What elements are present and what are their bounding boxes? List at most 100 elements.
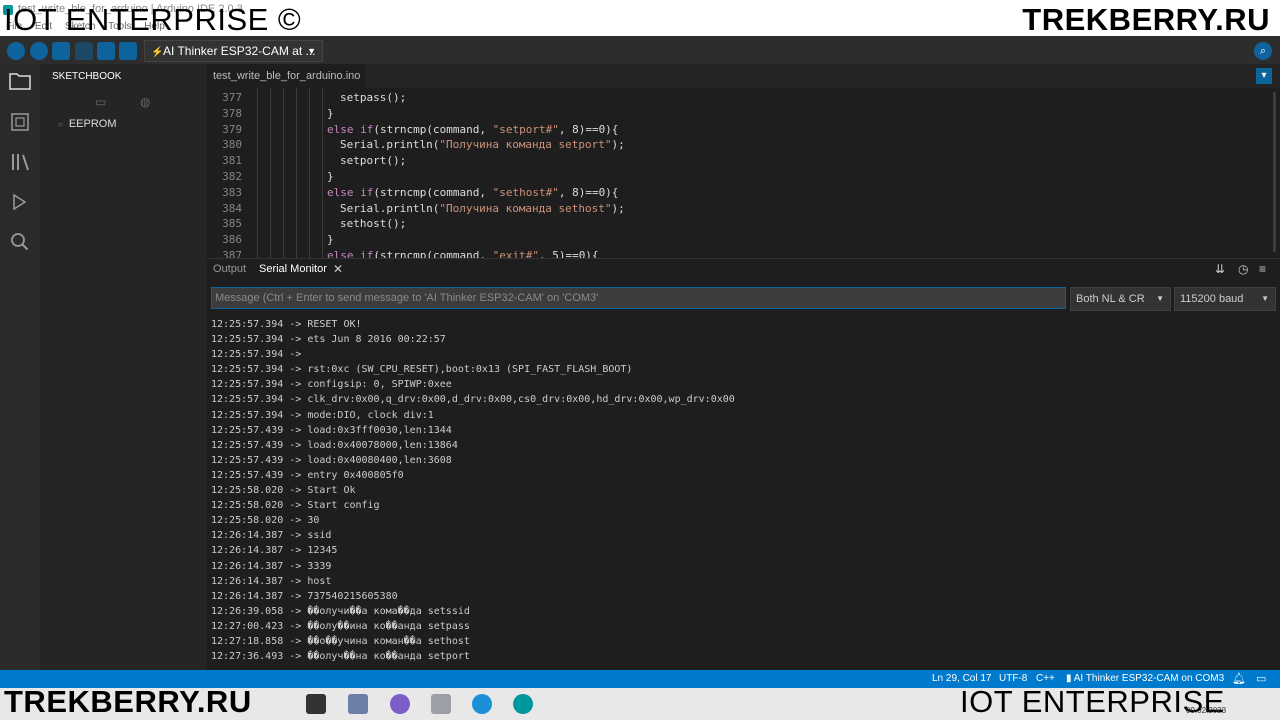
taskbar-date[interactable]: 09.02.2023 [1186, 706, 1226, 715]
code-text: } [327, 170, 334, 183]
log-line: 12:25:57.394 -> rst:0xc (SW_CPU_RESET),b… [211, 364, 633, 376]
open-button[interactable] [97, 42, 115, 60]
log-line: 12:25:57.394 -> [211, 349, 302, 361]
line-ending-value: Both NL & CR [1076, 293, 1145, 305]
language-label[interactable]: C++ [1036, 673, 1055, 684]
board-icon: ▮ [1066, 673, 1072, 684]
code-line: 384 Serial.println("Получина команда seth… [207, 201, 1267, 217]
line-number: 385 [222, 217, 242, 231]
usb-icon: ⚡ [151, 47, 164, 58]
line-number: 384 [222, 201, 242, 215]
line-ending-select[interactable]: Both NL & CR ▼ [1070, 287, 1171, 311]
log-line: 12:26:14.387 -> ssid [211, 530, 332, 542]
status-board[interactable]: ▮ AI Thinker ESP32-CAM on COM3 [1066, 673, 1224, 684]
watermark-top-left: IOT ENTERPRISE © [4, 2, 302, 37]
log-line: 12:25:57.439 -> load:0x40080400,len:3608 [211, 454, 452, 466]
terminal-icon[interactable] [306, 694, 326, 714]
bell-icon[interactable]: 🔔︎ [1232, 672, 1246, 685]
chevron-down-icon: ▼ [307, 46, 316, 56]
line-number: 377 [222, 91, 242, 104]
log-line: 12:25:58.020 -> Start Ok [211, 485, 356, 497]
code-line: 378} [207, 106, 1267, 122]
line-number: 382 [222, 170, 242, 183]
log-line: 12:26:14.387 -> 12345 [211, 545, 338, 557]
viber-icon[interactable] [390, 694, 410, 714]
sidebar-item-label: EEPROM [68, 118, 117, 130]
autoscroll-icon[interactable]: ⇊ [1215, 262, 1225, 276]
code-text: else if(strncmp(command, "exit#", 5)==0)… [327, 249, 599, 258]
log-line: 12:25:58.020 -> 30 [211, 515, 320, 527]
code-text: sethost(); [340, 217, 407, 231]
board-selector[interactable]: ⚡AI Thinker ESP32-CAM at ... ▼ [144, 40, 323, 62]
code-text: setport(); [340, 154, 407, 168]
local-sketchbook-icon[interactable]: ▭ [95, 95, 106, 109]
library-manager-icon[interactable] [8, 152, 32, 176]
boards-manager-icon[interactable] [8, 112, 32, 136]
edge-icon[interactable] [472, 694, 492, 714]
arduino-taskbar-icon[interactable] [513, 694, 533, 714]
code-editor[interactable]: 377 setpass(); 378} 379 else if(strncmp(comm… [207, 88, 1280, 258]
serial-plotter-icon[interactable]: ⌕ [1254, 42, 1272, 60]
debug-icon[interactable] [8, 192, 32, 216]
code-line: 387 else if(strncmp(command, "exit#", 5)=… [207, 248, 1267, 258]
code-line: 386} [207, 232, 1267, 248]
log-line: 12:25:57.394 -> RESET OK! [211, 319, 362, 330]
line-number: 380 [222, 138, 242, 152]
calculator-icon[interactable] [431, 694, 451, 714]
sidebar-item-eeprom[interactable]: ○ EEPROM [58, 118, 117, 130]
code-text: Serial.println("Получина команда sethost… [340, 201, 625, 215]
code-text: setpass(); [340, 91, 407, 104]
file-tab[interactable]: test_write_ble_for_arduino.ino [207, 64, 367, 88]
serial-message-input[interactable] [211, 287, 1066, 309]
status-board-label: AI Thinker ESP32-CAM on COM3 [1073, 673, 1225, 684]
line-number: 387 [222, 249, 242, 258]
board-selector-label: AI Thinker ESP32-CAM at ... [163, 44, 316, 58]
line-number: 381 [222, 154, 242, 168]
editor-scrollbar[interactable] [1273, 92, 1276, 252]
code-line: 385 sethost(); [207, 216, 1267, 232]
tab-output[interactable]: Output [213, 263, 246, 275]
code-text: else if(strncmp(command, "setport#", 8)=… [327, 122, 619, 136]
code-line: 381 setport(); [207, 153, 1267, 169]
sidebar-title: SKETCHBOOK [52, 71, 122, 82]
folder-icon[interactable] [8, 72, 32, 96]
log-line: 12:25:57.394 -> ets Jun 8 2016 00:22:57 [211, 334, 446, 346]
close-icon[interactable]: ✕ [333, 262, 343, 276]
code-line: 383 else if(strncmp(command, "sethost#", … [207, 185, 1267, 201]
code-line: 380 Serial.println("Получина команда setp… [207, 137, 1267, 153]
log-line: 12:27:18.858 -> ��о��учина коман��а seth… [211, 635, 470, 647]
watermark-top-right: TREKBERRY.RU [1022, 2, 1270, 37]
chevron-down-icon: ▼ [1156, 294, 1164, 303]
code-line: 377 setpass(); [207, 90, 1267, 106]
log-line: 12:25:58.020 -> Start config [211, 500, 380, 512]
baud-rate-value: 115200 baud [1180, 293, 1244, 305]
log-line: 12:26:14.387 -> 3339 [211, 560, 332, 572]
log-line: 12:27:00.423 -> ��олу��ина ко��анда setp… [211, 620, 470, 632]
sketchbook-sidebar [40, 64, 207, 670]
baud-rate-select[interactable]: 115200 baud ▼ [1174, 287, 1276, 311]
verify-button[interactable] [7, 42, 25, 60]
line-number: 383 [222, 185, 242, 199]
panel-toggle-icon[interactable]: ▭ [1256, 672, 1266, 685]
search-icon[interactable] [8, 232, 32, 256]
tab-serial-monitor[interactable]: Serial Monitor [259, 263, 327, 275]
paint-icon[interactable] [348, 694, 368, 714]
upload-button[interactable] [30, 42, 48, 60]
code-line: 382} [207, 169, 1267, 185]
code-text: } [327, 106, 334, 120]
debug-button[interactable] [75, 42, 93, 60]
log-line: 12:25:57.439 -> entry 0x400805f0 [211, 469, 404, 481]
new-sketch-button[interactable] [52, 42, 70, 60]
clear-output-icon[interactable]: ≡ [1259, 262, 1266, 276]
sketch-icon: ○ [58, 120, 63, 129]
serial-log: 12:25:57.394 -> RESET OK! 12:25:57.394 ->… [211, 317, 1271, 669]
log-line: 12:25:57.439 -> load:0x40078000,len:1386… [211, 439, 458, 451]
log-line: 12:25:57.394 -> configsip: 0, SPIWP:0xee [211, 379, 452, 391]
chevron-down-icon[interactable]: ▾ [1256, 68, 1272, 84]
cursor-position[interactable]: Ln 29, Col 17 [932, 673, 992, 684]
line-number: 386 [222, 233, 242, 247]
encoding-label[interactable]: UTF-8 [999, 673, 1027, 684]
remote-sketchbook-icon[interactable]: ◍ [140, 95, 150, 109]
save-button[interactable] [119, 42, 137, 60]
timestamp-icon[interactable]: ◷ [1238, 262, 1248, 276]
